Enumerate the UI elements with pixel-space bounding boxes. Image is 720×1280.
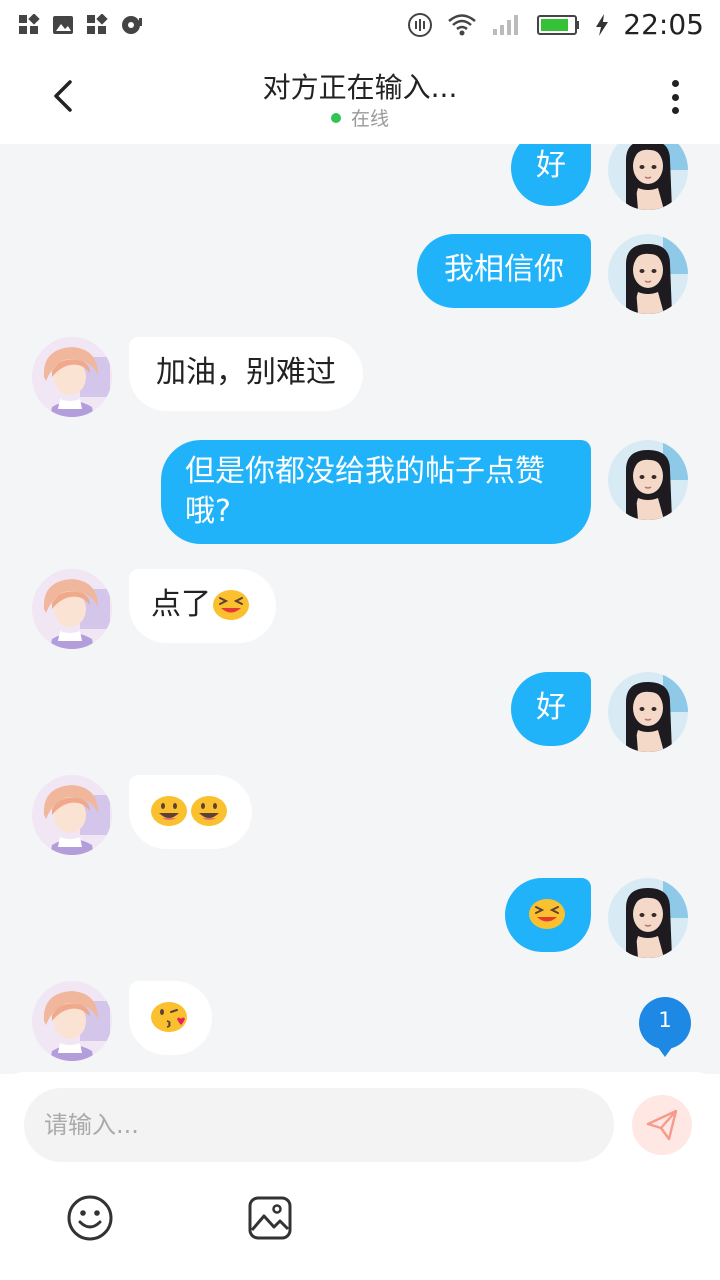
unread-badge[interactable]: 1 bbox=[638, 996, 692, 1057]
chat-messages[interactable]: 好 我相信你 加油，别难过 但是你都没给我的帖子点赞哦? 点了 好 1 bbox=[0, 144, 720, 1074]
status-time: 22:05 bbox=[623, 8, 704, 41]
smiley-icon bbox=[67, 1195, 113, 1241]
chat-title: 对方正在输入... bbox=[262, 71, 458, 104]
status-bar: 22:05 bbox=[0, 0, 720, 50]
message-bubble-sent[interactable] bbox=[505, 878, 591, 952]
vibrate-icon bbox=[408, 12, 433, 37]
battery-icon bbox=[537, 14, 580, 35]
input-bar bbox=[0, 1072, 720, 1280]
my-avatar[interactable] bbox=[608, 144, 688, 210]
contact-avatar[interactable] bbox=[32, 569, 112, 649]
contact-avatar[interactable] bbox=[32, 981, 112, 1061]
message-bubble-received[interactable] bbox=[129, 981, 212, 1055]
chat-header: 对方正在输入... 在线 bbox=[0, 50, 720, 144]
message-text: 但是你都没给我的帖子点赞哦? bbox=[185, 454, 545, 529]
message-bubble-sent[interactable]: 但是你都没给我的帖子点赞哦? bbox=[161, 440, 591, 544]
contact-avatar[interactable] bbox=[32, 775, 112, 855]
online-status: 在线 bbox=[0, 104, 720, 131]
my-avatar[interactable] bbox=[608, 234, 688, 314]
message-bubble-received[interactable]: 加油，别难过 bbox=[129, 337, 363, 411]
image-button[interactable] bbox=[246, 1194, 294, 1242]
online-dot bbox=[330, 112, 341, 123]
message-input[interactable] bbox=[24, 1088, 614, 1162]
more-options-button[interactable] bbox=[660, 74, 690, 120]
my-avatar[interactable] bbox=[608, 878, 688, 958]
message-bubble-received[interactable]: 点了 bbox=[129, 569, 276, 643]
message-text: 好 bbox=[536, 690, 566, 725]
grinning-squint-emoji bbox=[527, 894, 567, 930]
my-avatar[interactable] bbox=[608, 440, 688, 520]
kissing-heart-emoji bbox=[149, 997, 189, 1033]
contact-avatar[interactable] bbox=[32, 337, 112, 417]
smiley-emoji bbox=[149, 791, 189, 827]
message-bubble-sent[interactable]: 我相信你 bbox=[417, 234, 591, 308]
music-notification-icon bbox=[122, 16, 142, 34]
message-bubble-sent[interactable]: 好 bbox=[511, 144, 591, 206]
message-text: 我相信你 bbox=[444, 252, 564, 287]
image-icon bbox=[248, 1196, 292, 1240]
emoji-button[interactable] bbox=[66, 1194, 114, 1242]
signal-icon bbox=[493, 14, 519, 35]
send-icon bbox=[646, 1109, 678, 1141]
message-bubble-received[interactable] bbox=[129, 775, 252, 849]
online-status-label: 在线 bbox=[350, 108, 389, 130]
charging-icon bbox=[596, 13, 609, 36]
message-text: 点了 bbox=[151, 587, 211, 622]
more-vertical-icon bbox=[671, 80, 679, 87]
unread-count: 1 bbox=[658, 1008, 672, 1032]
message-bubble-sent[interactable]: 好 bbox=[511, 672, 591, 746]
smiley-emoji bbox=[189, 791, 229, 827]
message-text: 好 bbox=[536, 148, 566, 183]
send-button[interactable] bbox=[632, 1095, 692, 1155]
grinning-squint-emoji bbox=[211, 585, 251, 621]
app-notification-icon-2 bbox=[87, 14, 108, 34]
app-notification-icon bbox=[19, 14, 40, 34]
my-avatar[interactable] bbox=[608, 672, 688, 752]
wifi-icon bbox=[448, 13, 477, 35]
gallery-notification-icon bbox=[53, 16, 73, 34]
message-text: 加油，别难过 bbox=[156, 355, 336, 390]
